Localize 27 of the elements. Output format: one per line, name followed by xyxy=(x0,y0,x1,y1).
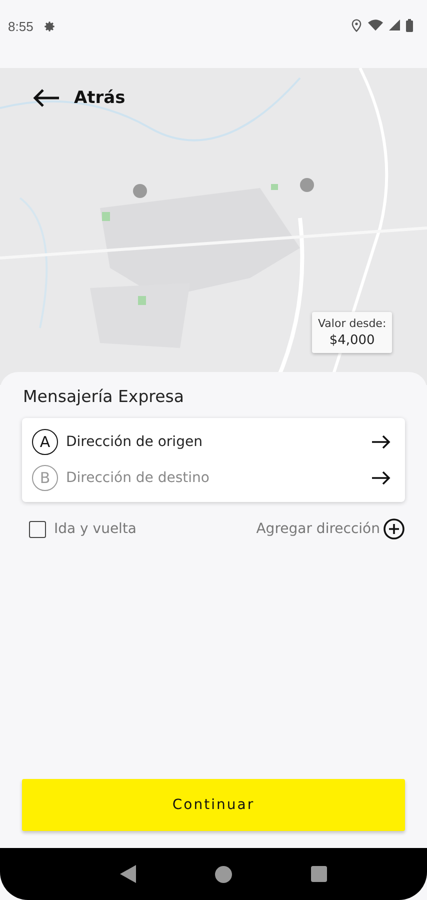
checkbox-box[interactable] xyxy=(29,520,46,538)
letter-circle: A xyxy=(32,429,58,455)
wifi-icon xyxy=(368,19,383,31)
address-label: Dirección de destino xyxy=(66,470,210,486)
location-icon xyxy=(351,19,362,32)
address-label: Dirección de origen xyxy=(66,434,204,450)
add-address-button[interactable]: Agregar dirección xyxy=(256,518,405,540)
arrow-right-icon xyxy=(371,471,391,485)
continue-button[interactable]: Continuar xyxy=(22,779,405,831)
price-value: $4,000 xyxy=(329,333,375,348)
home-circle-icon[interactable] xyxy=(214,866,232,882)
status-time: 8:55 xyxy=(8,19,34,34)
gear-icon xyxy=(43,20,56,33)
address-row[interactable]: B Dirección de destino xyxy=(22,460,405,496)
back-triangle-icon[interactable] xyxy=(120,865,136,883)
plus-circle-icon xyxy=(383,518,405,540)
recents-square-icon[interactable] xyxy=(311,866,328,882)
back-arrow-icon xyxy=(32,88,60,108)
round-trip-checkbox[interactable]: Ida y vuelta xyxy=(29,520,137,538)
address-row[interactable]: A Dirección de origen xyxy=(22,424,405,460)
arrow-right-icon xyxy=(371,435,391,449)
sheet-title: Mensajería Expresa xyxy=(23,387,185,406)
back-button[interactable]: Atrás xyxy=(30,86,128,110)
letter-circle: B xyxy=(32,465,58,491)
battery-icon xyxy=(406,19,413,32)
signal-icon xyxy=(389,19,400,31)
price-label: Valor desde: xyxy=(318,317,386,330)
